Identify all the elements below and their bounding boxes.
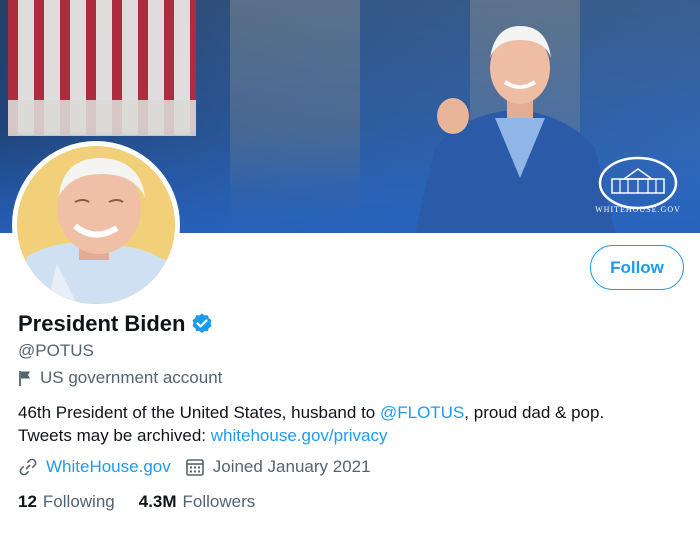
banner-logo-text: WHITEHOUSE.GOV xyxy=(595,205,681,214)
bio-line-1: 46th President of the United States, hus… xyxy=(18,401,688,424)
joined-item: Joined January 2021 xyxy=(185,457,371,477)
profile-meta: WhiteHouse.gov Joined January 2021 xyxy=(18,457,385,477)
following-stat[interactable]: 12 Following xyxy=(18,492,115,512)
following-label: Following xyxy=(42,492,115,511)
profile-bio: 46th President of the United States, hus… xyxy=(18,401,688,447)
calendar-icon xyxy=(185,459,204,476)
profile-name-row: President Biden xyxy=(18,311,214,337)
website-link[interactable]: WhiteHouse.gov xyxy=(46,457,171,477)
follow-button[interactable]: Follow xyxy=(590,245,684,290)
followers-count: 4.3M xyxy=(138,492,177,511)
followers-label: Followers xyxy=(182,492,256,511)
profile-stats: 12 Following 4.3M Followers xyxy=(18,492,279,512)
bio-line-2: Tweets may be archived: whitehouse.gov/p… xyxy=(18,424,688,447)
profile-handle: @POTUS xyxy=(18,341,94,360)
bio-text: Tweets may be archived: xyxy=(18,426,211,445)
link-icon xyxy=(19,458,37,476)
avatar[interactable] xyxy=(12,141,180,309)
flag-icon xyxy=(19,371,30,386)
avatar-photo xyxy=(17,146,175,304)
account-category: US government account xyxy=(18,368,222,388)
account-category-label: US government account xyxy=(40,368,223,387)
display-name: President Biden xyxy=(18,311,186,336)
joined-date: Joined January 2021 xyxy=(212,457,371,476)
followers-stat[interactable]: 4.3M Followers xyxy=(139,492,256,512)
mention-link[interactable]: @FLOTUS xyxy=(380,403,464,422)
bio-text: , proud dad & pop. xyxy=(464,403,605,422)
bio-text: 46th President of the United States, hus… xyxy=(18,403,380,422)
archive-link[interactable]: whitehouse.gov/privacy xyxy=(211,426,388,445)
website-item: WhiteHouse.gov xyxy=(18,457,171,477)
following-count: 12 xyxy=(18,492,37,511)
verified-badge-icon[interactable] xyxy=(190,312,214,336)
